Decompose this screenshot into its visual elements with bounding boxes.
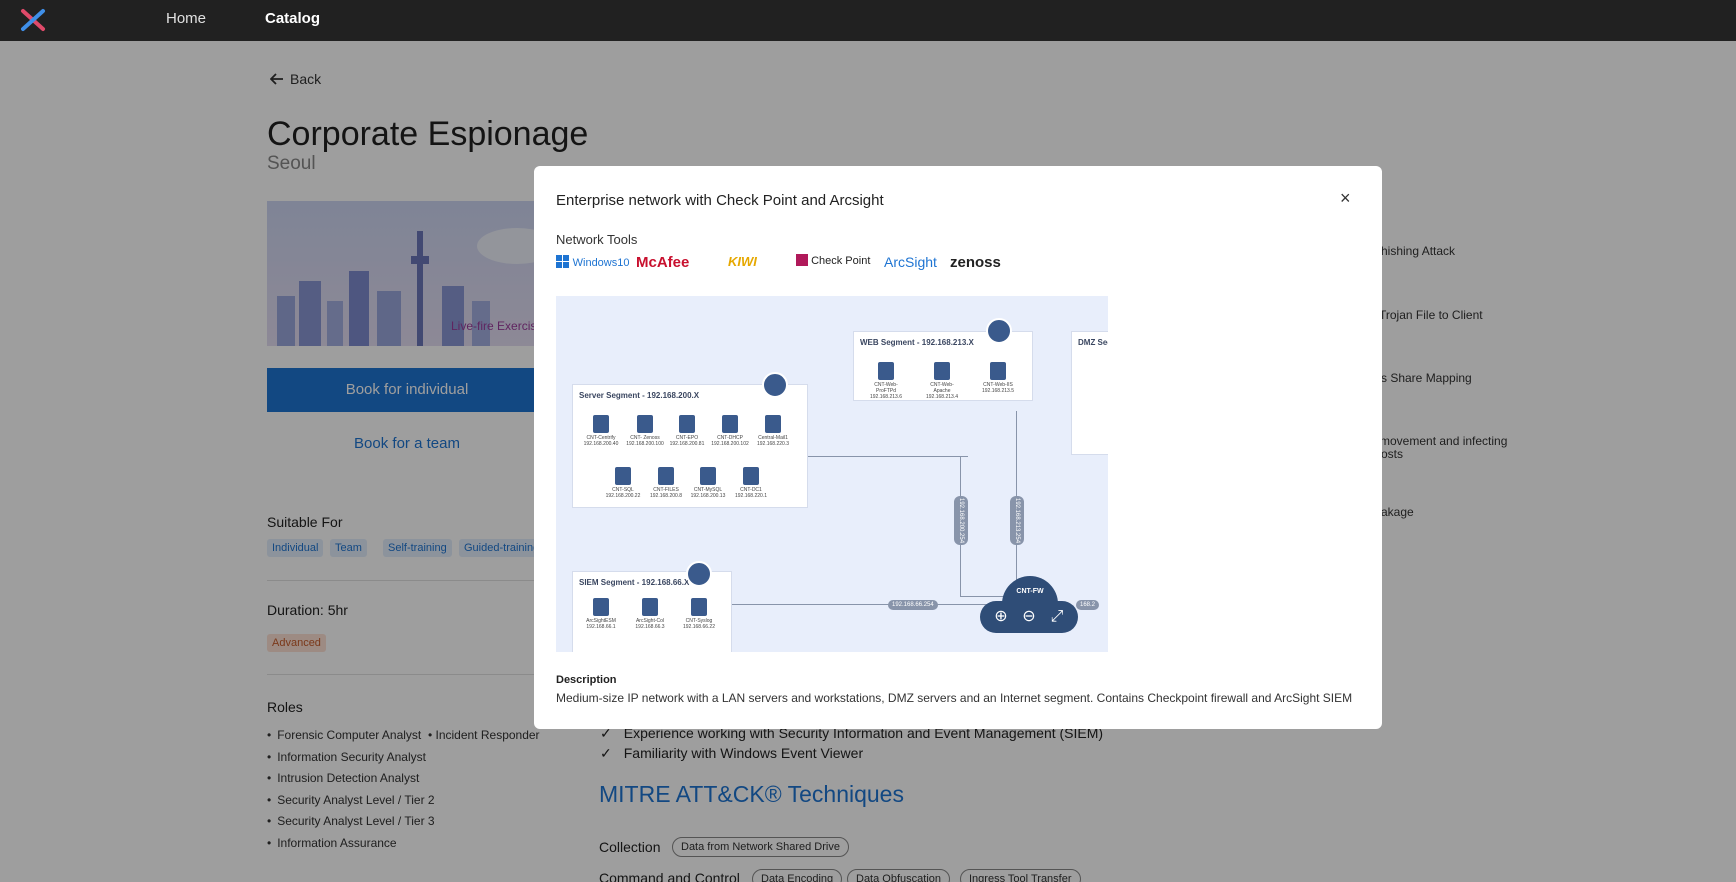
- link-line: [960, 596, 1006, 597]
- dmz-segment[interactable]: DMZ Seg: [1071, 331, 1108, 455]
- server-node[interactable]: CNT-SQL 192.168.200.22: [603, 467, 643, 499]
- segment-title: SIEM Segment - 192.168.66.X: [579, 578, 690, 587]
- segment-title: Server Segment - 192.168.200.X: [579, 391, 700, 400]
- kiwi-logo: KIWI: [728, 254, 757, 269]
- server-node[interactable]: CNT-Centrify 192.168.200.40: [581, 415, 621, 447]
- zoom-out-icon[interactable]: ⊖: [1018, 606, 1040, 628]
- zenoss-logo: zenoss: [950, 254, 1001, 271]
- x-logo-icon[interactable]: [20, 8, 46, 32]
- nav-catalog-link[interactable]: Catalog: [265, 10, 320, 27]
- network-diagram[interactable]: 192.168.200.254 192.168.213.254 192.168.…: [556, 296, 1108, 652]
- windows-icon: [556, 255, 569, 268]
- server-node[interactable]: CNT-Syslog 192.168.66.22: [679, 598, 719, 630]
- zoom-in-icon[interactable]: ⊕: [990, 606, 1012, 628]
- close-icon[interactable]: ×: [1340, 188, 1351, 209]
- tool-details-modal: Enterprise network with Check Point and …: [534, 166, 1382, 729]
- server-node[interactable]: CNT-Web-ProFTPd 192.168.213.6: [866, 362, 906, 400]
- segment-title: WEB Segment - 192.168.213.X: [860, 338, 974, 347]
- server-node[interactable]: CNT-DC1 192.168.220.1: [731, 467, 771, 499]
- server-node[interactable]: ArcSightESM 192.168.66.1: [581, 598, 621, 630]
- server-node[interactable]: Central-Mail1 192.168.220.3: [753, 415, 793, 447]
- windows-logo: Windows10: [556, 254, 629, 276]
- zoom-controls: ⊕ ⊖ ⤢: [980, 601, 1078, 633]
- web-server-icon: [934, 362, 950, 380]
- server-segment[interactable]: Server Segment - 192.168.200.X CNT-Centr…: [572, 384, 808, 508]
- server-node[interactable]: CNT- Zenoss 192.168.200.100: [625, 415, 665, 447]
- tool-logos: Windows10 McAfee KIWI Check Point ArcSig…: [556, 254, 1001, 276]
- server-segment-icon: [762, 372, 788, 398]
- server-icon: [593, 598, 609, 616]
- server-node[interactable]: CNT-DHCP 192.168.200.102: [710, 415, 750, 447]
- server-icon: [722, 415, 738, 433]
- web-server-icon: [990, 362, 1006, 380]
- server-node[interactable]: ArcSight-Col 192.168.66.3: [630, 598, 670, 630]
- modal-title: Enterprise network with Check Point and …: [556, 192, 884, 209]
- file-server-icon: [658, 467, 674, 485]
- top-nav: Home Catalog: [0, 0, 1736, 41]
- server-node[interactable]: CNT-EPO 192.168.200.81: [667, 415, 707, 447]
- server-node[interactable]: CNT-FILES 192.168.200.8: [646, 467, 686, 499]
- link-line: [808, 456, 968, 457]
- web-segment-icon: [986, 318, 1012, 344]
- server-icon: [642, 598, 658, 616]
- network-tools-label: Network Tools: [556, 232, 638, 247]
- link-label: 192.168.66.254: [888, 600, 938, 610]
- link-label: 192.168.213.254: [1010, 496, 1024, 546]
- server-icon: [691, 598, 707, 616]
- server-icon: [593, 415, 609, 433]
- checkpoint-logo: Check Point: [796, 254, 870, 276]
- server-icon: [637, 415, 653, 433]
- domain-controller-icon: [743, 467, 759, 485]
- nav-home-link[interactable]: Home: [166, 10, 206, 27]
- server-node[interactable]: CNT-MySQL 192.168.200.13: [688, 467, 728, 499]
- database-icon: [700, 467, 716, 485]
- server-icon: [679, 415, 695, 433]
- ftp-server-icon: [878, 362, 894, 380]
- description-label: Description: [556, 674, 617, 686]
- link-label: 168.2: [1076, 600, 1100, 610]
- fullscreen-icon[interactable]: ⤢: [1046, 606, 1068, 628]
- segment-title: DMZ Seg: [1078, 338, 1108, 347]
- mail-server-icon: [765, 415, 781, 433]
- description-text: Medium-size IP network with a LAN server…: [556, 691, 1353, 705]
- link-line: [732, 604, 1002, 605]
- server-node[interactable]: CNT-Web-IIS 192.168.213.5: [978, 362, 1018, 394]
- checkpoint-icon: [796, 254, 808, 266]
- mcafee-logo: McAfee: [636, 254, 690, 271]
- database-icon: [615, 467, 631, 485]
- link-label: 192.168.200.254: [954, 496, 968, 546]
- siem-shield-icon: [686, 561, 712, 587]
- arcsight-logo: ArcSight: [884, 254, 937, 270]
- server-node[interactable]: CNT-Web-Apache 192.168.213.4: [922, 362, 962, 400]
